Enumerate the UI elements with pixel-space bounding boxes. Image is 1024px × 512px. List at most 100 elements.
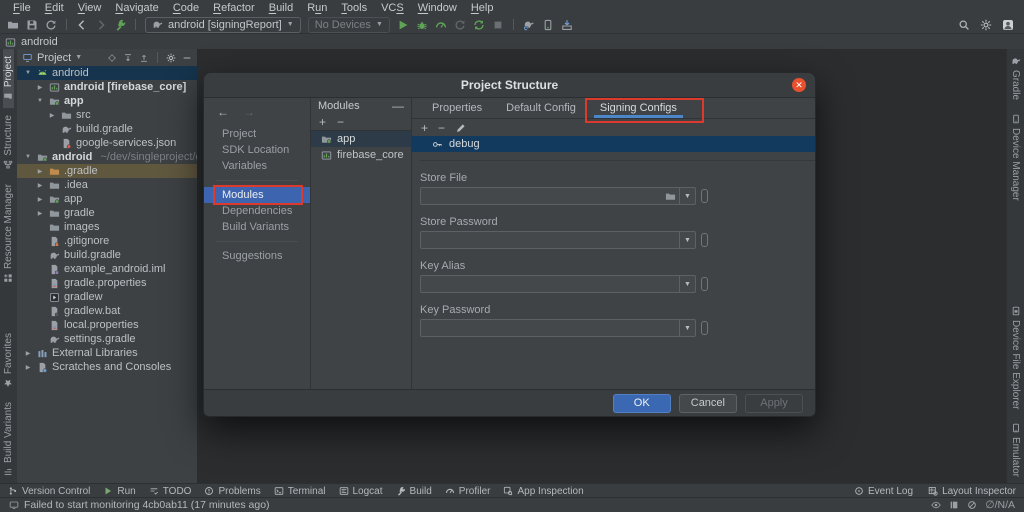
tool-window-button-layout-inspector[interactable]: Layout Inspector — [928, 486, 1016, 497]
tool-window-button-app-inspection[interactable]: App Inspection — [503, 486, 584, 497]
menu-item-build[interactable]: Build — [262, 2, 300, 14]
save-icon[interactable] — [26, 19, 38, 31]
tool-strip-item-structure[interactable]: Structure — [3, 108, 14, 177]
expand-arrow-icon[interactable]: ▶ — [35, 210, 45, 217]
tree-item-idea[interactable]: ▶ .idea — [17, 178, 197, 192]
tree-item-settings-gradle[interactable]: settings.gradle — [17, 332, 197, 346]
tool-window-button-terminal[interactable]: Terminal — [274, 486, 326, 497]
collapse-arrow-icon[interactable]: ▼ — [23, 154, 33, 160]
apply-changes-icon[interactable] — [473, 19, 485, 31]
forward-icon[interactable]: → — [243, 105, 255, 119]
tree-item-src[interactable]: ▶ src — [17, 108, 197, 122]
run-icon[interactable] — [397, 19, 409, 31]
tool-strip-item-build-variants[interactable]: Build Variants — [3, 395, 14, 484]
tool-strip-item-favorites[interactable]: Favorites — [3, 326, 14, 395]
dialog-nav-item-modules[interactable]: Modules — [204, 185, 310, 205]
browse-folder-icon[interactable] — [661, 191, 679, 202]
gear-icon[interactable] — [980, 19, 992, 31]
tool-strip-item-device-manager[interactable]: Device Manager — [1010, 107, 1021, 208]
collapse-arrow-icon[interactable]: ▼ — [23, 70, 33, 76]
dialog-nav-item-build-variants[interactable]: Build Variants — [204, 219, 310, 235]
expand-all-icon[interactable] — [123, 53, 133, 63]
collapse-arrow-icon[interactable]: ▼ — [35, 98, 45, 104]
refresh-icon[interactable] — [45, 19, 57, 31]
store-password-input[interactable]: ▼ — [420, 231, 696, 249]
tree-item-gradle-properties[interactable]: gradle.properties — [17, 276, 197, 290]
tool-window-button-todo[interactable]: TODO — [149, 486, 191, 497]
tab-default-config[interactable]: Default Config — [494, 98, 588, 118]
expand-arrow-icon[interactable]: ▶ — [35, 168, 45, 175]
tree-item-android-firebase-core[interactable]: ▶ android [firebase_core] — [17, 80, 197, 94]
tool-window-button-problems[interactable]: Problems — [204, 486, 261, 497]
tool-strip-item-resource-manager[interactable]: Resource Manager — [3, 177, 14, 290]
menu-item-refactor[interactable]: Refactor — [206, 2, 262, 14]
module-item-app[interactable]: app — [311, 131, 411, 147]
tool-window-button-event-log[interactable]: Event Log — [854, 486, 913, 497]
book-icon[interactable] — [949, 500, 959, 510]
expand-arrow-icon[interactable]: ▶ — [35, 84, 45, 91]
profile-icon[interactable] — [435, 19, 447, 31]
sdk-manager-icon[interactable] — [561, 19, 573, 31]
locate-icon[interactable] — [107, 53, 117, 63]
tab-properties[interactable]: Properties — [420, 98, 494, 118]
tree-item-example-android-iml[interactable]: example_android.iml — [17, 262, 197, 276]
tree-item-images[interactable]: images — [17, 220, 197, 234]
dialog-nav-item-sdk-location[interactable]: SDK Location — [204, 142, 310, 158]
sync-gradle-icon[interactable] — [523, 19, 535, 31]
tree-item-app[interactable]: ▶ app — [17, 192, 197, 206]
rename-config-icon[interactable] — [455, 122, 467, 134]
tree-item-local-properties[interactable]: local.properties — [17, 318, 197, 332]
back-icon[interactable]: ← — [217, 105, 229, 119]
tree-item-app[interactable]: ▼ app — [17, 94, 197, 108]
menu-item-code[interactable]: Code — [166, 2, 206, 14]
variable-selector-icon[interactable] — [701, 233, 708, 247]
debug-icon[interactable] — [416, 19, 428, 31]
menu-item-window[interactable]: Window — [411, 2, 464, 14]
close-icon[interactable]: ✕ — [792, 78, 806, 92]
dialog-nav-item-dependencies[interactable]: Dependencies — [204, 203, 310, 219]
key-alias-input[interactable]: ▼ — [420, 275, 696, 293]
tree-item-gitignore[interactable]: .gitignore — [17, 234, 197, 248]
tree-item-gradle[interactable]: ▶ .gradle — [17, 164, 197, 178]
tree-item-scratches-and-consoles[interactable]: ▶ Scratches and Consoles — [17, 360, 197, 374]
chevron-down-icon[interactable]: ▼ — [75, 54, 82, 61]
tool-window-button-logcat[interactable]: Logcat — [339, 486, 383, 497]
expand-arrow-icon[interactable]: ▶ — [35, 182, 45, 189]
expand-arrow-icon[interactable]: ▶ — [23, 350, 33, 357]
open-project-icon[interactable] — [7, 19, 19, 31]
tree-item-gradle[interactable]: ▶ gradle — [17, 206, 197, 220]
expand-arrow-icon[interactable]: ▶ — [35, 196, 45, 203]
tool-window-button-profiler[interactable]: Profiler — [445, 486, 490, 497]
key-password-input[interactable]: ▼ — [420, 319, 696, 337]
tree-item-google-services-json[interactable]: google-services.json — [17, 136, 197, 150]
variable-selector-icon[interactable] — [701, 277, 708, 291]
chevron-down-icon[interactable]: ▼ — [679, 320, 695, 336]
tree-item-external-libraries[interactable]: ▶ External Libraries — [17, 346, 197, 360]
device-manager-icon[interactable] — [542, 19, 554, 31]
coverage-icon[interactable] — [454, 19, 466, 31]
menu-item-tools[interactable]: Tools — [334, 2, 374, 14]
hide-panel-icon[interactable] — [182, 53, 192, 63]
forward-icon[interactable] — [95, 19, 107, 31]
back-icon[interactable] — [76, 19, 88, 31]
menu-item-run[interactable]: Run — [300, 2, 334, 14]
noentry-icon[interactable] — [967, 500, 977, 510]
dialog-nav-item-suggestions[interactable]: Suggestions — [204, 248, 310, 264]
chevron-down-icon[interactable]: ▼ — [679, 232, 695, 248]
menu-item-vcs[interactable]: VCS — [374, 2, 411, 14]
tool-strip-item-emulator[interactable]: Emulator — [1010, 416, 1021, 484]
expand-arrow-icon[interactable]: ▶ — [47, 112, 57, 119]
eye-icon[interactable] — [931, 500, 942, 510]
tree-item-android[interactable]: ▼ android ~/dev/singleproject/examp — [17, 150, 197, 164]
menu-item-help[interactable]: Help — [464, 2, 501, 14]
tool-window-button-version-control[interactable]: Version Control — [8, 486, 90, 497]
menu-item-navigate[interactable]: Navigate — [108, 2, 165, 14]
variable-selector-icon[interactable] — [701, 321, 708, 335]
chevron-down-icon[interactable]: ▼ — [679, 276, 695, 292]
tool-strip-item-device-file-explorer[interactable]: Device File Explorer — [1010, 299, 1021, 416]
tree-item-gradlew[interactable]: gradlew — [17, 290, 197, 304]
expand-arrow-icon[interactable]: ▶ — [23, 364, 33, 371]
chevron-down-icon[interactable]: ▼ — [679, 188, 695, 204]
tool-strip-item-gradle[interactable]: Gradle — [1010, 49, 1021, 107]
run-configuration-select[interactable]: android [signingReport] ▼ — [145, 16, 301, 33]
